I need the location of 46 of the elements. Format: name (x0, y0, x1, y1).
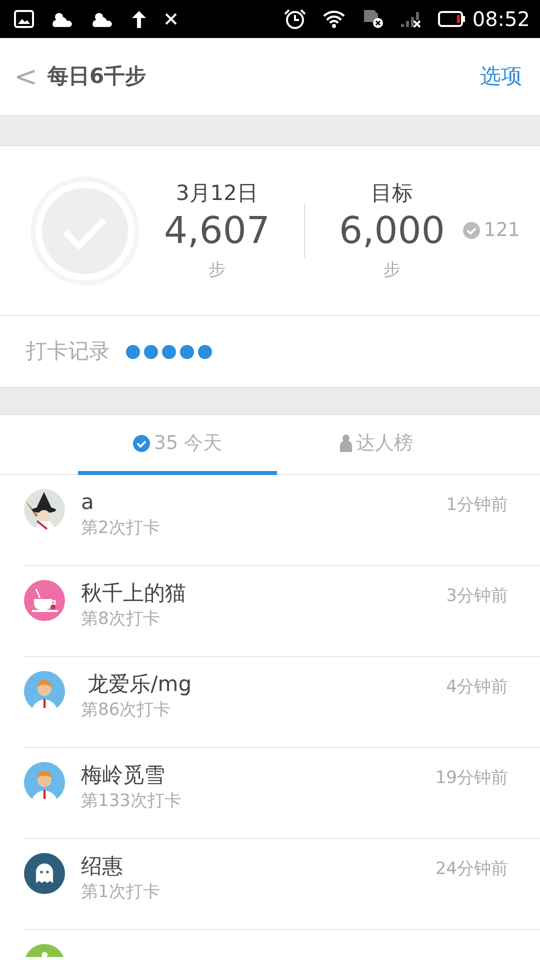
battery-icon (438, 11, 466, 27)
time-ago: 24分钟前 (435, 858, 508, 881)
ghost-icon (24, 853, 65, 894)
goal-label: 目标 (370, 180, 413, 207)
page-title: 每日6千步 (47, 62, 146, 90)
step-count: 4,607 (164, 209, 270, 254)
close-icon (164, 12, 178, 26)
upload-arrow-icon (130, 9, 148, 29)
date-label: 3月12日 (176, 180, 258, 207)
user-name: 绍惠 (81, 853, 124, 880)
person-avatar-icon (24, 762, 65, 803)
check-in-count: 第133次打卡 (81, 790, 182, 814)
check-in-count: 第2次打卡 (81, 517, 161, 540)
time-ago: 1分钟前 (446, 494, 508, 517)
back-button[interactable]: < (8, 62, 44, 90)
clock-time: 08:52 (472, 6, 530, 33)
check-icon (132, 434, 150, 452)
person-icon (340, 434, 352, 452)
cloud-sun-icon (90, 10, 114, 28)
user-name: a (81, 489, 95, 516)
tab[interactable]: 达人榜 (277, 415, 476, 475)
time-ago: 19分钟前 (435, 767, 508, 790)
sim-off-icon (362, 9, 384, 29)
check-icon (462, 222, 480, 239)
check-in-count: 121 (484, 218, 520, 244)
tab[interactable]: 35 今天 (78, 415, 277, 475)
unit-label: 步 (208, 258, 226, 282)
goal-count: 6,000 (338, 209, 445, 254)
person-avatar-icon (24, 671, 65, 712)
user-name: 梅岭觅雪 (81, 762, 166, 789)
cup-icon (24, 580, 65, 621)
signal-off-icon (400, 10, 422, 28)
alarm-icon (284, 9, 306, 29)
check-in-count: 第86次打卡 (81, 699, 172, 722)
options-button[interactable]: 选项 (480, 60, 522, 92)
time-ago: 3分钟前 (446, 585, 508, 608)
user-name: 龙爱乐/mg (86, 671, 193, 698)
user-name: 秋千上的猫 (81, 580, 187, 607)
wifi-icon (322, 10, 346, 28)
cloud-sun-icon (50, 10, 74, 28)
check-in-count: 第1次打卡 (81, 881, 161, 904)
check-in-count: 第8次打卡 (81, 608, 161, 632)
time-ago: 4分钟前 (446, 676, 508, 699)
unit-label: 步 (383, 258, 400, 282)
image-icon (14, 10, 34, 28)
record-label: 打卡记录 (26, 338, 110, 365)
